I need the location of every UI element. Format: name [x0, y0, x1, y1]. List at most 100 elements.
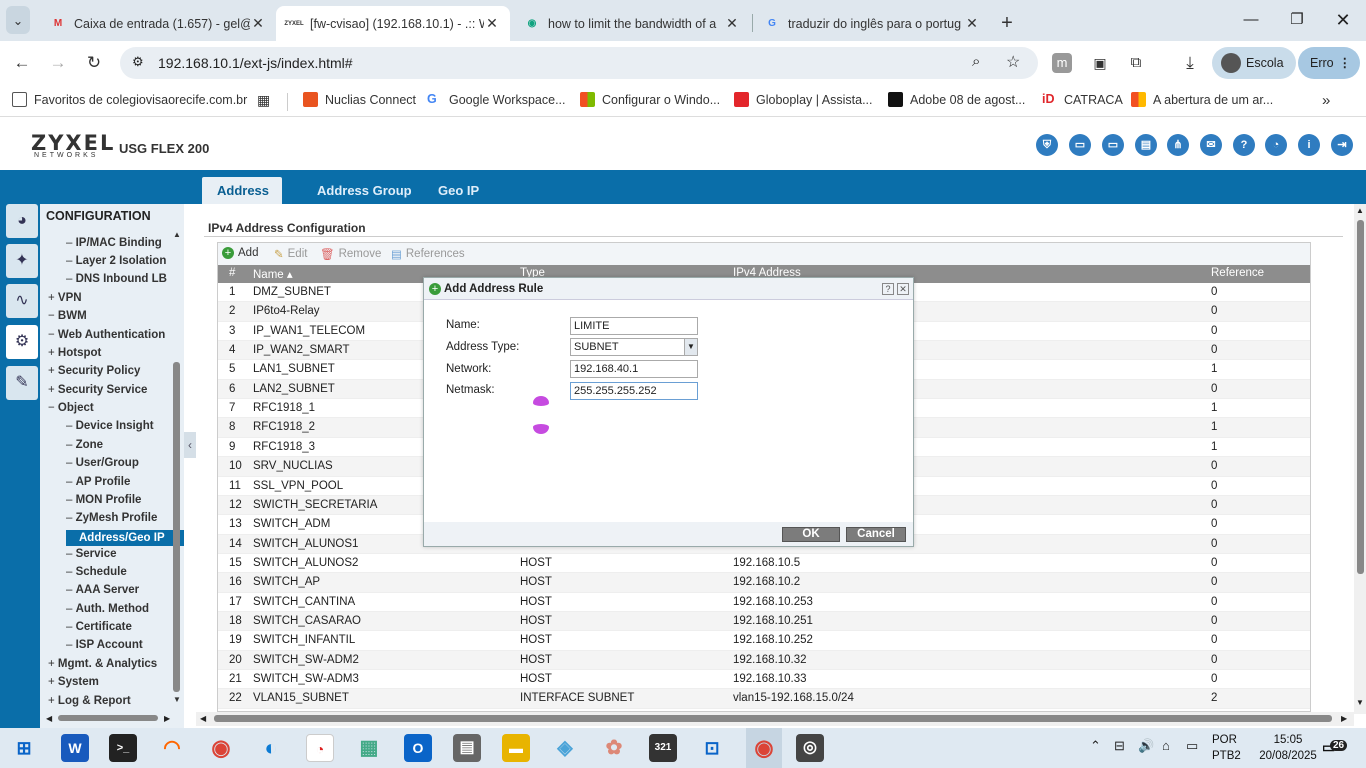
- configuration-gear-icon[interactable]: ⚙: [6, 325, 38, 359]
- wizard-icon[interactable]: ✦: [6, 244, 38, 278]
- profile-button[interactable]: Escola: [1212, 47, 1296, 79]
- menu-item[interactable]: – IP/MAC Binding: [66, 237, 162, 249]
- address-type-select[interactable]: SUBNET ▼: [570, 338, 698, 356]
- word-icon[interactable]: W: [61, 734, 89, 762]
- scroll-left-icon[interactable]: ◀: [46, 714, 52, 723]
- close-icon[interactable]: ✕: [897, 283, 909, 295]
- netmask-input[interactable]: [570, 382, 698, 400]
- close-icon[interactable]: ✕: [250, 15, 266, 32]
- clock[interactable]: 15:05 20/08/2025: [1259, 732, 1317, 764]
- menu-item[interactable]: – Certificate: [66, 621, 132, 633]
- expand-icon[interactable]: +: [48, 292, 58, 304]
- collapse-icon[interactable]: −: [48, 310, 58, 322]
- table-row[interactable]: 20 SWITCH_SW-ADM2 HOST 192.168.10.32 0: [218, 650, 1310, 671]
- menu-item[interactable]: + Log & Report: [48, 695, 131, 707]
- scroll-left-icon[interactable]: ◀: [200, 714, 206, 723]
- network-icon[interactable]: ⋔: [1167, 134, 1189, 156]
- cast-icon[interactable]: ▣: [1088, 51, 1112, 75]
- add-button[interactable]: + Add: [222, 247, 258, 259]
- menu-item[interactable]: − BWM: [48, 310, 87, 322]
- forward-arrow-icon[interactable]: →: [46, 51, 70, 75]
- expand-icon[interactable]: +: [48, 365, 58, 377]
- scroll-right-icon[interactable]: ▶: [1341, 714, 1347, 723]
- store-icon[interactable]: ▦: [355, 734, 383, 762]
- file-explorer-icon[interactable]: ▬: [502, 734, 530, 762]
- monitor-tray-icon[interactable]: ▭: [1186, 738, 1198, 754]
- terminal-icon[interactable]: >_: [109, 734, 137, 762]
- bookmark-item[interactable]: G Google Workspace...: [427, 92, 566, 107]
- monitor-icon[interactable]: ▤: [1135, 134, 1157, 156]
- bookmark-item[interactable]: Adobe 08 de agost...: [888, 92, 1025, 107]
- help-icon[interactable]: ?: [882, 283, 894, 295]
- language-indicator[interactable]: POR PTB2: [1212, 732, 1241, 764]
- expand-icon[interactable]: +: [48, 658, 58, 670]
- info-icon[interactable]: i: [1298, 134, 1320, 156]
- chevron-down-icon[interactable]: ▼: [684, 339, 697, 355]
- browser-tab-chat[interactable]: ◉ how to limit the bandwidth of a ✕: [514, 6, 750, 41]
- menu-item[interactable]: + System: [48, 676, 99, 688]
- menu-scrollbar[interactable]: ▲ ▼: [171, 230, 181, 705]
- expand-icon[interactable]: +: [48, 384, 58, 396]
- bookmark-item[interactable]: Favoritos de colegiovisaorecife.com.br: [12, 92, 247, 107]
- download-icon[interactable]: ⤓: [1178, 51, 1202, 75]
- content-hscroll-thumb[interactable]: [214, 715, 1332, 722]
- windows-start-icon[interactable]: ⊞: [10, 734, 38, 762]
- table-row[interactable]: 15 SWITCH_ALUNOS2 HOST 192.168.10.5 0: [218, 554, 1310, 574]
- tab-search-button[interactable]: ⌄: [6, 6, 30, 34]
- zoom-icon[interactable]: ⌕: [972, 53, 980, 70]
- bookmark-item[interactable]: Configurar o Windo...: [580, 92, 720, 107]
- bookmark-item[interactable]: Nuclias Connect: [303, 92, 416, 107]
- menu-item[interactable]: – Device Insight: [66, 420, 154, 432]
- network-input[interactable]: [570, 360, 698, 378]
- logout-icon[interactable]: ⇥: [1331, 134, 1353, 156]
- new-tab-button[interactable]: +: [994, 6, 1020, 41]
- volume-icon[interactable]: 🔊: [1138, 738, 1154, 754]
- menu-item[interactable]: – Auth. Method: [66, 603, 149, 615]
- maintenance-icon[interactable]: ✎: [6, 366, 38, 400]
- tab-geo-ip[interactable]: Geo IP: [423, 177, 494, 204]
- browser-tab-zyxel[interactable]: ZYXEL [fw-cvisao] (192.168.10.1) - .:: W…: [276, 6, 510, 41]
- references-button[interactable]: ▤ References: [391, 247, 465, 261]
- tray-app-icon[interactable]: ⊟: [1114, 738, 1125, 754]
- bookmark-item[interactable]: A abertura de um ar...: [1131, 92, 1273, 107]
- table-row[interactable]: 22 VLAN15_SUBNET INTERFACE SUBNET vlan15-19…: [218, 689, 1310, 709]
- calculator-icon[interactable]: ▤: [453, 734, 481, 762]
- address-bar[interactable]: ⚙ 192.168.10.1/ext-js/index.html# ⌕ ☆: [120, 47, 1038, 79]
- menu-item[interactable]: – ZyMesh Profile: [66, 512, 157, 524]
- content-scrollbar[interactable]: ▲ ▼: [1354, 204, 1366, 714]
- expand-icon[interactable]: +: [48, 676, 58, 688]
- menu-item[interactable]: – User/Group: [66, 457, 139, 469]
- close-window-button[interactable]: ✕: [1320, 6, 1366, 34]
- menu-item[interactable]: − Object: [48, 402, 94, 414]
- close-icon[interactable]: ✕: [484, 15, 500, 32]
- menu-item[interactable]: – Zone: [66, 439, 103, 451]
- menu-item[interactable]: Address/Geo IP: [66, 530, 184, 546]
- bookmark-item[interactable]: iD CATRACA: [1042, 92, 1123, 107]
- site-settings-icon[interactable]: ⚙: [132, 54, 144, 70]
- chrome-active-icon[interactable]: ◉: [746, 728, 782, 768]
- reload-icon[interactable]: ↻: [82, 51, 106, 75]
- menu-item[interactable]: + Hotspot: [48, 347, 101, 359]
- chat-icon[interactable]: ◔: [1265, 134, 1287, 156]
- monitor-icon[interactable]: ∿: [6, 284, 38, 318]
- table-row[interactable]: 19 SWITCH_INFANTIL HOST 192.168.10.252 0: [218, 631, 1310, 651]
- remove-button[interactable]: 🗑 Remove: [320, 247, 381, 261]
- webcam-icon[interactable]: ◎: [796, 734, 824, 762]
- content-hscrollbar[interactable]: ◀ ▶: [196, 712, 1354, 726]
- close-icon[interactable]: ✕: [724, 15, 740, 32]
- cli-icon[interactable]: ▭: [1102, 134, 1124, 156]
- table-row[interactable]: 17 SWITCH_CANTINA HOST 192.168.10.253 0: [218, 593, 1310, 612]
- dashboard-icon[interactable]: ◕: [6, 204, 38, 238]
- close-icon[interactable]: ✕: [964, 15, 980, 32]
- menu-item[interactable]: – Schedule: [66, 566, 127, 578]
- apps-grid-icon[interactable]: ▦: [257, 92, 270, 109]
- outlook-icon[interactable]: O: [404, 734, 432, 762]
- scroll-down-icon[interactable]: ▼: [1356, 698, 1364, 707]
- scroll-up-icon[interactable]: ▲: [173, 230, 181, 239]
- scroll-down-icon[interactable]: ▼: [173, 695, 181, 704]
- edit-button[interactable]: ✎ Edit: [274, 247, 307, 261]
- extension-m-icon[interactable]: m: [1052, 53, 1072, 73]
- chrome-icon[interactable]: ◉: [207, 734, 235, 762]
- tab-address[interactable]: Address: [202, 177, 282, 204]
- col-header-index[interactable]: #: [229, 267, 235, 279]
